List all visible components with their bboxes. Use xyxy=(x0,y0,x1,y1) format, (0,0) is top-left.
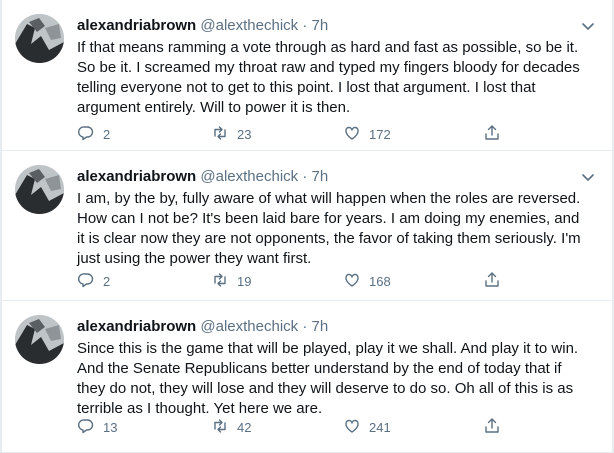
reply-count: 13 xyxy=(103,419,118,435)
reply-count: 2 xyxy=(103,273,111,289)
avatar[interactable] xyxy=(15,165,64,214)
like-button[interactable]: 241 xyxy=(343,417,391,437)
share-button[interactable] xyxy=(483,124,501,144)
reply-icon xyxy=(77,124,95,145)
like-button[interactable]: 168 xyxy=(343,271,391,291)
tweet[interactable]: alexandriabrown @alexthechick · 7h If th… xyxy=(0,0,614,151)
share-button[interactable] xyxy=(483,417,501,437)
timestamp[interactable]: 7h xyxy=(312,318,329,335)
tweet-text: Since this is the game that will be play… xyxy=(77,340,579,417)
avatar[interactable] xyxy=(15,14,64,63)
handle[interactable]: @alexthechick xyxy=(200,318,298,335)
tweet-actions: 2 19 168 xyxy=(77,271,517,291)
handle[interactable]: @alexthechick xyxy=(200,17,298,34)
tweet-text: I am, by the by, fully aware of what wil… xyxy=(77,190,581,267)
tweet-header: alexandriabrown @alexthechick · 7h xyxy=(77,167,594,187)
retweet-button[interactable]: 23 xyxy=(211,124,251,144)
retweet-icon xyxy=(211,417,229,438)
heart-icon xyxy=(343,124,361,145)
display-name[interactable]: alexandriabrown xyxy=(77,17,196,34)
chevron-down-icon[interactable] xyxy=(580,18,596,34)
retweet-button[interactable]: 19 xyxy=(211,271,251,291)
retweet-count: 42 xyxy=(237,419,252,435)
tweet-text: If that means ramming a vote through as … xyxy=(77,39,580,116)
reply-button[interactable]: 13 xyxy=(77,417,117,437)
retweet-button[interactable]: 42 xyxy=(211,417,251,437)
share-icon xyxy=(483,124,501,145)
reply-icon xyxy=(77,271,95,292)
tweet-header: alexandriabrown @alexthechick · 7h xyxy=(77,16,594,36)
like-count: 168 xyxy=(369,273,391,289)
tweet-actions: 13 42 241 xyxy=(77,417,517,437)
share-button[interactable] xyxy=(483,271,501,291)
separator: · xyxy=(302,168,308,185)
timestamp[interactable]: 7h xyxy=(312,168,329,185)
timestamp[interactable]: 7h xyxy=(312,17,329,34)
reply-button[interactable]: 2 xyxy=(77,124,110,144)
reply-count: 2 xyxy=(103,126,111,142)
like-count: 172 xyxy=(369,126,391,142)
retweet-icon xyxy=(211,124,229,145)
tweet-actions: 2 23 172 xyxy=(77,124,517,144)
avatar[interactable] xyxy=(15,315,64,364)
share-icon xyxy=(483,417,501,438)
share-icon xyxy=(483,271,501,292)
tweet[interactable]: alexandriabrown @alexthechick · 7h Since… xyxy=(0,301,614,453)
display-name[interactable]: alexandriabrown xyxy=(77,318,196,335)
retweet-count: 23 xyxy=(237,126,252,142)
heart-icon xyxy=(343,271,361,292)
separator: · xyxy=(302,318,308,335)
retweet-count: 19 xyxy=(237,273,252,289)
tweet[interactable]: alexandriabrown @alexthechick · 7h I am,… xyxy=(0,151,614,301)
like-count: 241 xyxy=(369,419,391,435)
tweet-header: alexandriabrown @alexthechick · 7h xyxy=(77,317,594,337)
handle[interactable]: @alexthechick xyxy=(200,168,298,185)
retweet-icon xyxy=(211,271,229,292)
heart-icon xyxy=(343,417,361,438)
display-name[interactable]: alexandriabrown xyxy=(77,168,196,185)
separator: · xyxy=(302,17,308,34)
reply-icon xyxy=(77,417,95,438)
like-button[interactable]: 172 xyxy=(343,124,391,144)
chevron-down-icon[interactable] xyxy=(580,169,596,185)
reply-button[interactable]: 2 xyxy=(77,271,110,291)
